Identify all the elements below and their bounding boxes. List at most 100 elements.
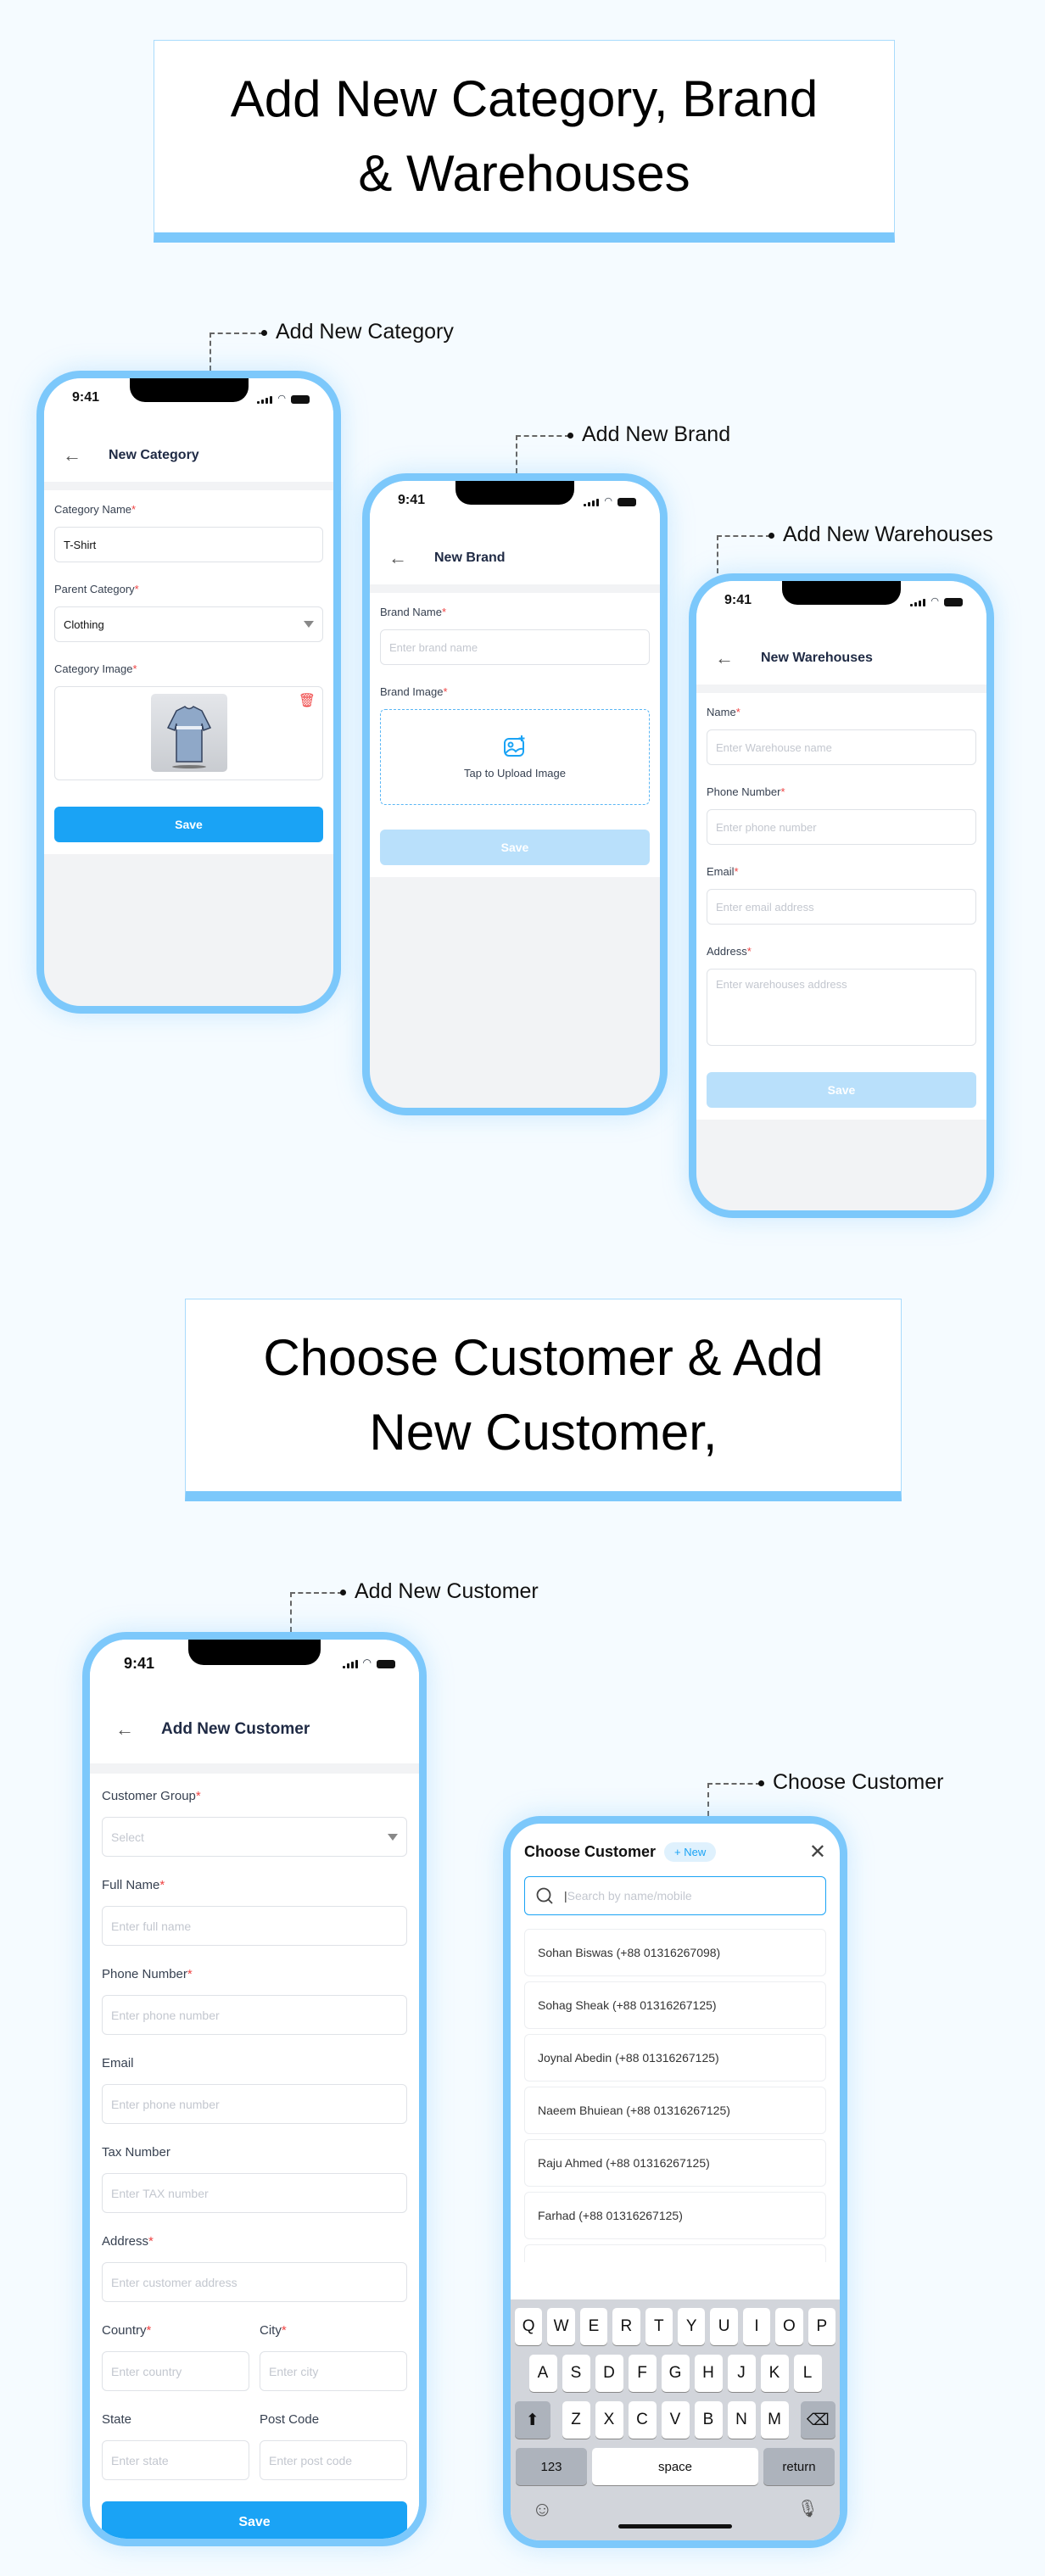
upload-image-area[interactable]: Tap to Upload Image — [380, 709, 650, 805]
warehouse-name-input[interactable]: Enter Warehouse name — [707, 729, 976, 765]
state-input[interactable]: Enter state — [102, 2440, 249, 2480]
key-g[interactable]: G — [661, 2355, 690, 2392]
return-key[interactable]: return — [763, 2448, 835, 2485]
space-key[interactable]: space — [592, 2448, 758, 2485]
key-f[interactable]: F — [628, 2355, 657, 2392]
key-n[interactable]: N — [727, 2401, 756, 2439]
key-m[interactable]: M — [760, 2401, 789, 2439]
customer-group-select[interactable]: Select — [102, 1817, 407, 1857]
key-l[interactable]: L — [793, 2355, 822, 2392]
post-code-label: Post Code — [260, 2412, 320, 2427]
address-textarea[interactable]: Enter warehouses address — [707, 969, 976, 1046]
status-bar: 9:41 ◠ — [90, 1640, 419, 1696]
address-input[interactable]: Enter customer address — [102, 2262, 407, 2302]
section-title-2: Choose Customer & Add New Customer, — [185, 1299, 902, 1501]
key-p[interactable]: P — [808, 2308, 836, 2345]
delete-icon[interactable]: 🗑 — [299, 692, 316, 709]
key-v[interactable]: V — [661, 2401, 690, 2439]
full-name-input[interactable]: Enter full name — [102, 1906, 407, 1946]
callout-label: Add New Category — [276, 320, 454, 344]
save-button[interactable]: Save — [54, 807, 323, 842]
section-title-1: Add New Category, Brand & Warehouses — [154, 40, 895, 243]
search-input[interactable]: |Search by name/mobile — [524, 1876, 826, 1915]
key-z[interactable]: Z — [562, 2401, 590, 2439]
status-bar: 9:41 ◠ — [696, 581, 986, 632]
back-arrow-icon[interactable]: ← — [715, 647, 734, 669]
key-t[interactable]: T — [645, 2308, 673, 2345]
page-title: New Brand — [434, 550, 506, 565]
category-image-box[interactable]: 🗑 — [54, 686, 323, 780]
close-icon[interactable]: ✕ — [809, 1840, 826, 1864]
customer-list[interactable]: Sohan Biswas (+88 01316267098) Sohag She… — [524, 1929, 826, 2262]
key-h[interactable]: H — [694, 2355, 723, 2392]
status-time: 9:41 — [124, 1655, 155, 1672]
battery-icon — [618, 498, 636, 506]
battery-icon — [944, 598, 963, 606]
key-d[interactable]: D — [595, 2355, 623, 2392]
microphone-icon[interactable]: 🎙 — [797, 2498, 819, 2522]
emoji-icon[interactable]: ☺ — [532, 2498, 553, 2522]
email-input[interactable]: Enter email address — [707, 889, 976, 925]
key-s[interactable]: S — [562, 2355, 590, 2392]
callout-category: Add New Category — [210, 320, 454, 371]
city-input[interactable]: Enter city — [260, 2351, 407, 2391]
key-b[interactable]: B — [694, 2401, 723, 2439]
shift-key[interactable]: ⬆ — [515, 2401, 550, 2439]
save-button[interactable]: Save — [707, 1072, 976, 1108]
title-line: Choose Customer & Add — [263, 1329, 824, 1386]
phone-input[interactable]: Enter phone number — [707, 809, 976, 845]
key-i[interactable]: I — [742, 2308, 771, 2345]
brand-name-input[interactable]: Enter brand name — [380, 629, 650, 665]
category-image-label: Category Image* — [54, 662, 137, 675]
save-button[interactable]: Save — [102, 2501, 407, 2539]
customer-item[interactable]: Sohan Biswas (+88 01316267098) — [524, 1929, 826, 1976]
customer-item[interactable]: Sohan Biswas (+88 01316267098) — [524, 2244, 826, 2262]
tshirt-image — [151, 694, 227, 772]
country-input[interactable]: Enter country — [102, 2351, 249, 2391]
key-c[interactable]: C — [628, 2401, 657, 2439]
page-title: New Warehouses — [761, 651, 873, 665]
phone-new-warehouses: 9:41 ◠ ← New Warehouses Name* Enter Wareh… — [689, 573, 994, 1218]
key-y[interactable]: Y — [678, 2308, 706, 2345]
title-line: Add New Category, Brand — [230, 70, 819, 127]
save-button[interactable]: Save — [380, 830, 650, 865]
back-arrow-icon[interactable]: ← — [115, 1718, 134, 1741]
customer-item[interactable]: Sohag Sheak (+88 01316267125) — [524, 1981, 826, 2029]
numbers-key[interactable]: 123 — [516, 2448, 587, 2485]
parent-category-label: Parent Category* — [54, 583, 139, 595]
key-x[interactable]: X — [595, 2401, 623, 2439]
key-q[interactable]: Q — [514, 2308, 543, 2345]
key-u[interactable]: U — [710, 2308, 738, 2345]
back-arrow-icon[interactable]: ← — [63, 444, 81, 467]
customer-item[interactable]: Farhad (+88 01316267125) — [524, 2192, 826, 2239]
key-j[interactable]: J — [727, 2355, 756, 2392]
backspace-key[interactable]: ⌫ — [800, 2401, 835, 2439]
email-input[interactable]: Enter phone number — [102, 2084, 407, 2124]
category-name-input[interactable]: T-Shirt — [54, 527, 323, 562]
page-title: New Category — [109, 448, 199, 462]
brand-image-label: Brand Image* — [380, 685, 448, 698]
email-label: Email* — [707, 865, 739, 878]
post-code-input[interactable]: Enter post code — [260, 2440, 407, 2480]
key-o[interactable]: O — [775, 2308, 803, 2345]
phone-input[interactable]: Enter phone number — [102, 1995, 407, 2035]
customer-item[interactable]: Raju Ahmed (+88 01316267125) — [524, 2139, 826, 2187]
signal-icon — [257, 396, 273, 404]
wifi-icon: ◠ — [362, 1657, 372, 1668]
new-customer-button[interactable]: + New — [664, 1842, 717, 1862]
parent-category-select[interactable]: Clothing — [54, 606, 323, 642]
key-e[interactable]: E — [579, 2308, 608, 2345]
callout-label: Choose Customer — [773, 1770, 944, 1794]
key-w[interactable]: W — [547, 2308, 575, 2345]
key-r[interactable]: R — [612, 2308, 640, 2345]
status-bar: 9:41 ◠ — [44, 378, 333, 429]
tax-input[interactable]: Enter TAX number — [102, 2173, 407, 2213]
image-upload-icon — [504, 735, 525, 757]
key-k[interactable]: K — [760, 2355, 789, 2392]
battery-icon — [377, 1660, 395, 1668]
back-arrow-icon[interactable]: ← — [388, 547, 407, 569]
customer-item[interactable]: Naeem Bhuiean (+88 01316267125) — [524, 2087, 826, 2134]
key-a[interactable]: A — [528, 2355, 557, 2392]
customer-item[interactable]: Joynal Abedin (+88 01316267125) — [524, 2034, 826, 2081]
callout-label: Add New Customer — [355, 1579, 539, 1603]
